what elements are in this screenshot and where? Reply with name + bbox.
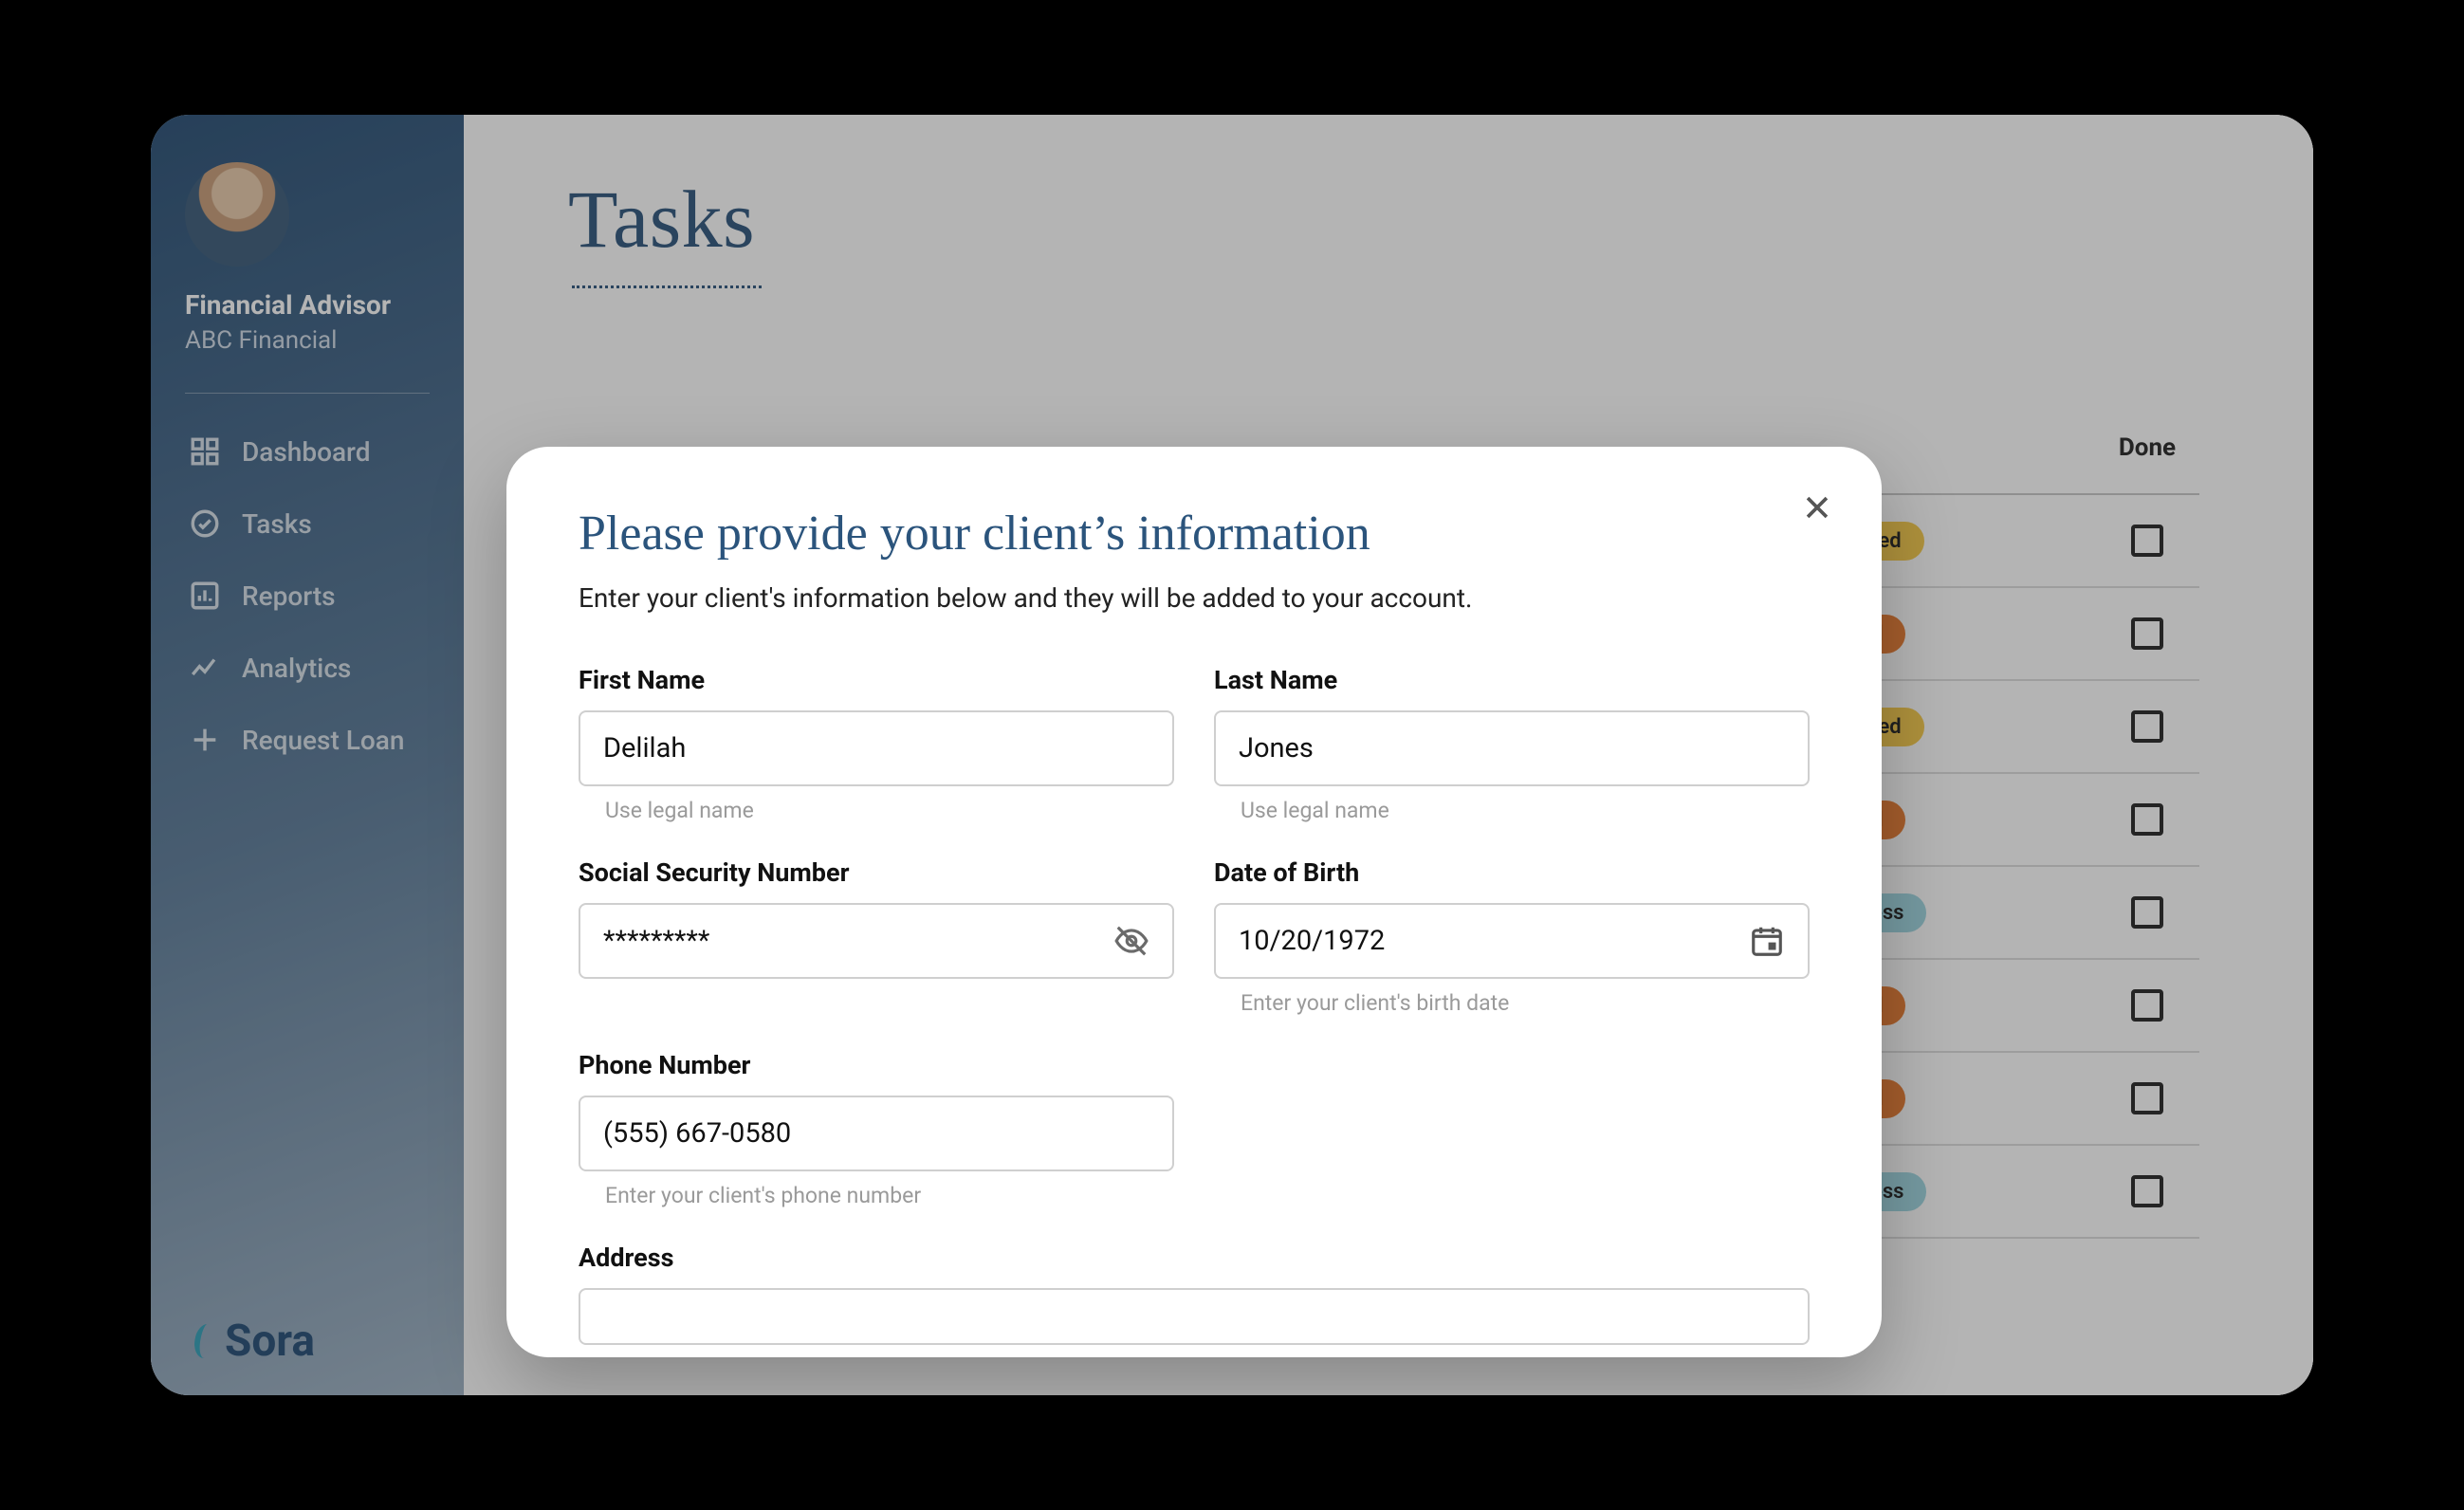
- bar-chart-icon: [189, 580, 221, 612]
- ssn-label: Social Security Number: [579, 857, 1174, 888]
- client-info-modal: Please provide your client’s information…: [506, 447, 1882, 1357]
- close-button[interactable]: [1794, 485, 1840, 530]
- first-name-helper: Use legal name: [605, 798, 1174, 823]
- field-dob: Date of Birth Enter your client's birth …: [1214, 857, 1810, 1016]
- nav: Dashboard Tasks Reports: [185, 418, 430, 773]
- user-org: ABC Financial: [185, 326, 430, 355]
- eye-off-icon[interactable]: [1113, 923, 1149, 959]
- sidebar-item-reports[interactable]: Reports: [185, 562, 430, 629]
- done-checkbox[interactable]: [2131, 896, 2163, 929]
- first-name-input[interactable]: [603, 732, 1149, 764]
- col-done-header: Done: [2095, 433, 2199, 462]
- done-checkbox[interactable]: [2131, 1175, 2163, 1207]
- last-name-helper: Use legal name: [1241, 798, 1810, 823]
- done-checkbox[interactable]: [2131, 617, 2163, 650]
- field-phone: Phone Number Enter your client's phone n…: [579, 1050, 1174, 1208]
- sidebar-item-label: Dashboard: [242, 436, 370, 468]
- phone-input[interactable]: [603, 1117, 1149, 1150]
- done-checkbox[interactable]: [2131, 989, 2163, 1022]
- done-checkbox[interactable]: [2131, 525, 2163, 557]
- last-name-input[interactable]: [1239, 732, 1785, 764]
- modal-subtitle: Enter your client's information below an…: [579, 582, 1810, 614]
- address-input-wrap[interactable]: [579, 1288, 1810, 1345]
- plus-icon: [189, 724, 221, 756]
- user-role: Financial Advisor: [185, 289, 430, 321]
- first-name-label: First Name: [579, 665, 1174, 695]
- field-address: Address: [579, 1243, 1810, 1345]
- sidebar-item-tasks[interactable]: Tasks: [185, 490, 430, 557]
- phone-label: Phone Number: [579, 1050, 1174, 1080]
- page-title: Tasks: [568, 172, 2237, 267]
- ssn-input-wrap[interactable]: [579, 903, 1174, 979]
- sidebar-item-label: Request Loan: [242, 725, 404, 756]
- dob-label: Date of Birth: [1214, 857, 1810, 888]
- dob-input[interactable]: [1239, 925, 1738, 957]
- app-window: Financial Advisor ABC Financial Dashboar…: [151, 115, 2313, 1395]
- brand-mark-icon: [185, 1318, 215, 1364]
- page-title-underline: [572, 285, 762, 288]
- field-first-name: First Name Use legal name: [579, 665, 1174, 823]
- last-name-label: Last Name: [1214, 665, 1810, 695]
- address-input[interactable]: [603, 1300, 1785, 1333]
- first-name-input-wrap[interactable]: [579, 710, 1174, 786]
- modal-title: Please provide your client’s information: [579, 506, 1810, 562]
- sidebar-item-label: Analytics: [242, 653, 351, 684]
- field-ssn: Social Security Number: [579, 857, 1174, 1016]
- sidebar-divider: [185, 393, 430, 394]
- form-grid: First Name Use legal name Last Name Use …: [579, 665, 1810, 1345]
- phone-input-wrap[interactable]: [579, 1096, 1174, 1171]
- sidebar: Financial Advisor ABC Financial Dashboar…: [151, 115, 464, 1395]
- field-last-name: Last Name Use legal name: [1214, 665, 1810, 823]
- sidebar-item-label: Reports: [242, 580, 336, 612]
- brand: Sora: [185, 1316, 430, 1367]
- sidebar-item-label: Tasks: [242, 508, 312, 540]
- sidebar-item-analytics[interactable]: Analytics: [185, 635, 430, 701]
- dob-helper: Enter your client's birth date: [1241, 990, 1810, 1016]
- done-checkbox[interactable]: [2131, 710, 2163, 743]
- sidebar-item-dashboard[interactable]: Dashboard: [185, 418, 430, 485]
- calendar-icon[interactable]: [1749, 923, 1785, 959]
- address-label: Address: [579, 1243, 1810, 1273]
- brand-text: Sora: [225, 1316, 315, 1367]
- ssn-input[interactable]: [603, 925, 1102, 957]
- phone-helper: Enter your client's phone number: [605, 1183, 1174, 1208]
- dashboard-icon: [189, 435, 221, 468]
- done-checkbox[interactable]: [2131, 803, 2163, 836]
- done-checkbox[interactable]: [2131, 1082, 2163, 1114]
- sidebar-item-request-loan[interactable]: Request Loan: [185, 707, 430, 773]
- dob-input-wrap[interactable]: [1214, 903, 1810, 979]
- last-name-input-wrap[interactable]: [1214, 710, 1810, 786]
- check-circle-icon: [189, 507, 221, 540]
- avatar[interactable]: [185, 162, 289, 267]
- trend-icon: [189, 652, 221, 684]
